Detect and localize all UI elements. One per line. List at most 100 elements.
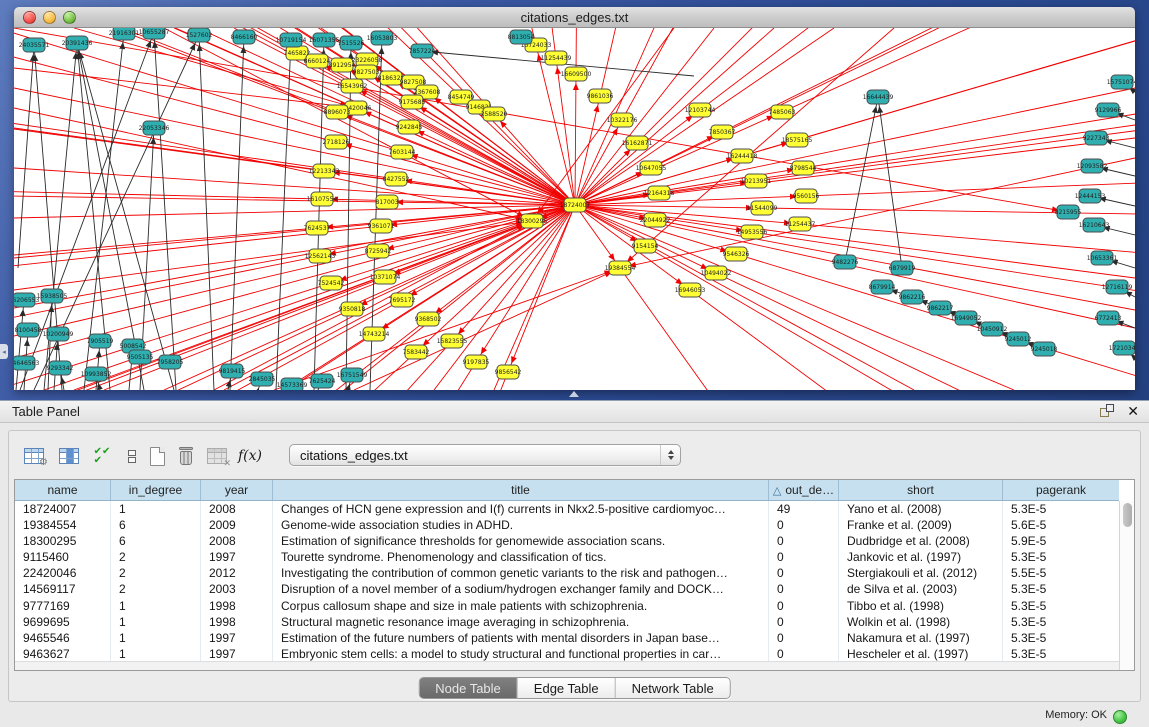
graph-node[interactable]: 10450912 bbox=[977, 322, 1008, 336]
graph-node[interactable]: 10647055 bbox=[636, 161, 667, 175]
graph-node[interactable]: 9546326 bbox=[723, 247, 750, 261]
graph-node[interactable]: 9129966 bbox=[1095, 103, 1122, 117]
graph-node[interactable]: 12213343 bbox=[309, 164, 340, 178]
graph-node[interactable]: 7524542 bbox=[318, 276, 345, 290]
close-panel-icon[interactable]: ✕ bbox=[1127, 404, 1139, 419]
graph-node[interactable]: 16543962 bbox=[337, 79, 368, 93]
graph-node[interactable]: 8215955 bbox=[1055, 205, 1082, 219]
table-row[interactable]: 969969511998Structural magnetic resonanc… bbox=[15, 614, 1119, 630]
graph-node[interactable]: 7857224 bbox=[409, 44, 436, 58]
graph-node[interactable]: 10653361 bbox=[1087, 251, 1118, 265]
delete-rows-button[interactable] bbox=[173, 443, 199, 469]
function-builder-button[interactable]: f(x) bbox=[237, 443, 263, 469]
graph-node[interactable]: 12444153 bbox=[1075, 189, 1106, 203]
graph-node[interactable]: 10322176 bbox=[607, 113, 638, 127]
graph-node[interactable]: 16609500 bbox=[561, 67, 592, 81]
graph-node[interactable]: 14743214 bbox=[359, 327, 390, 341]
delete-table-button[interactable]: ✕ bbox=[204, 443, 230, 469]
graph-node[interactable]: 9154154 bbox=[632, 239, 659, 253]
close-window-button[interactable] bbox=[23, 11, 36, 24]
graph-node[interactable]: 15938505 bbox=[37, 289, 68, 303]
table-row[interactable]: 2242004622012Investigating the contribut… bbox=[15, 565, 1119, 581]
show-columns-button[interactable] bbox=[56, 443, 82, 469]
graph-node[interactable]: 20391436 bbox=[62, 36, 93, 50]
graph-node[interactable]: 10655287 bbox=[139, 28, 170, 39]
graph-node[interactable]: 8427552 bbox=[383, 172, 410, 186]
graph-node[interactable]: 10213951 bbox=[741, 174, 772, 188]
graph-node[interactable]: 18300295 bbox=[517, 214, 548, 228]
float-panel-icon[interactable] bbox=[1100, 404, 1115, 419]
graph-node[interactable]: 9856542 bbox=[495, 365, 522, 379]
graph-node[interactable]: 7905519 bbox=[87, 334, 114, 348]
graph-node[interactable]: 16751549 bbox=[337, 368, 368, 382]
splitter-expand-icon[interactable] bbox=[569, 391, 579, 397]
tab-network-table[interactable]: Network Table bbox=[616, 678, 730, 698]
graph-node[interactable]: 2718126 bbox=[323, 135, 350, 149]
graph-node[interactable]: 9245012 bbox=[1005, 332, 1032, 346]
graph-node[interactable]: 26206553 bbox=[14, 293, 39, 307]
graph-node[interactable]: 10993852 bbox=[81, 367, 112, 381]
graph-node[interactable]: 8896073 bbox=[324, 105, 351, 119]
column-header-short[interactable]: short bbox=[839, 480, 1003, 500]
graph-node[interactable]: 18575165 bbox=[782, 133, 813, 147]
graph-node[interactable]: 9293342 bbox=[47, 361, 74, 375]
graph-node[interactable]: 14573369 bbox=[277, 378, 308, 390]
graph-node[interactable]: 9368502 bbox=[415, 312, 442, 326]
graph-node[interactable]: 12716119 bbox=[1102, 280, 1133, 294]
graph-node[interactable]: 7624537 bbox=[304, 221, 331, 235]
graph-node[interactable]: 12093582 bbox=[1077, 159, 1108, 173]
unselect-all-columns-button[interactable] bbox=[119, 443, 145, 469]
collapse-panel-arrow-icon[interactable]: ◂ bbox=[0, 344, 8, 359]
graph-node[interactable]: 16244418 bbox=[727, 149, 758, 163]
graph-node[interactable]: 9361071 bbox=[368, 219, 395, 233]
graph-node[interactable]: 1527602 bbox=[186, 28, 213, 42]
table-row[interactable]: 911546021997Tourette syndrome. Phenomeno… bbox=[15, 549, 1119, 565]
graph-node[interactable]: 9227343 bbox=[1083, 131, 1110, 145]
graph-node[interactable]: 11254439 bbox=[541, 51, 572, 65]
graph-node[interactable]: 9175685 bbox=[399, 95, 426, 109]
table-row[interactable]: 1872400712008Changes of HCN gene express… bbox=[15, 501, 1119, 517]
graph-node[interactable]: 9862217 bbox=[927, 301, 954, 315]
new-table-button[interactable] bbox=[144, 443, 170, 469]
graph-node[interactable]: 22053346 bbox=[139, 121, 170, 135]
graph-node[interactable]: 12103744 bbox=[685, 103, 716, 117]
graph-node[interactable]: 8100458 bbox=[15, 323, 42, 337]
graph-node[interactable]: 19384554 bbox=[605, 261, 636, 275]
graph-node[interactable]: 16107554 bbox=[307, 192, 338, 206]
graph-node[interactable]: 11544099 bbox=[747, 201, 778, 215]
graph-node[interactable]: 16946053 bbox=[675, 283, 706, 297]
graph-node[interactable]: 15823555 bbox=[437, 334, 468, 348]
select-all-columns-button[interactable]: ✔✔✔ bbox=[89, 443, 115, 469]
network-window-titlebar[interactable]: citations_edges.txt bbox=[14, 7, 1135, 28]
table-row[interactable]: 1938455462009Genome-wide association stu… bbox=[15, 517, 1119, 533]
graph-node[interactable]: 2845035 bbox=[249, 372, 276, 386]
graph-node[interactable]: 16053803 bbox=[367, 31, 398, 45]
graph-node[interactable]: 14953556 bbox=[737, 225, 768, 239]
graph-node[interactable]: 14646563 bbox=[14, 356, 39, 370]
graph-node[interactable]: 9560156 bbox=[793, 189, 820, 203]
graph-node[interactable]: 22044922 bbox=[640, 213, 671, 227]
column-header-pagerank[interactable]: pagerank bbox=[1003, 480, 1119, 500]
graph-node[interactable]: 12562143 bbox=[305, 249, 336, 263]
table-row[interactable]: 977716911998Corpus callosum shape and si… bbox=[15, 598, 1119, 614]
graph-node[interactable]: 8679914 bbox=[869, 280, 896, 294]
graph-node[interactable]: 12164318 bbox=[644, 186, 675, 200]
graph-node[interactable]: 7603144 bbox=[389, 145, 416, 159]
graph-node[interactable]: 8466160 bbox=[231, 30, 258, 44]
graph-node[interactable]: 16644439 bbox=[863, 90, 894, 104]
graph-node[interactable]: 16162871 bbox=[622, 136, 653, 150]
graph-node[interactable]: 9350818 bbox=[339, 302, 366, 316]
column-header-out_degree[interactable]: △out_de… bbox=[769, 480, 839, 500]
graph-node[interactable]: 7958205 bbox=[157, 355, 184, 369]
graph-node[interactable]: 9197835 bbox=[463, 355, 490, 369]
column-header-in_degree[interactable]: in_degree bbox=[111, 480, 201, 500]
graph-node[interactable]: 8725942 bbox=[365, 244, 392, 258]
graph-node[interactable]: 11254437 bbox=[785, 217, 816, 231]
tab-node-table[interactable]: Node Table bbox=[419, 678, 518, 698]
graph-node[interactable]: 15751074 bbox=[1107, 75, 1135, 89]
graph-node[interactable]: 9242845 bbox=[396, 120, 423, 134]
column-header-name[interactable]: name bbox=[15, 480, 111, 500]
graph-node[interactable]: 7695172 bbox=[389, 293, 416, 307]
graph-node[interactable]: 16071355 bbox=[309, 33, 340, 47]
table-selector-dropdown[interactable]: citations_edges.txt bbox=[289, 444, 681, 466]
